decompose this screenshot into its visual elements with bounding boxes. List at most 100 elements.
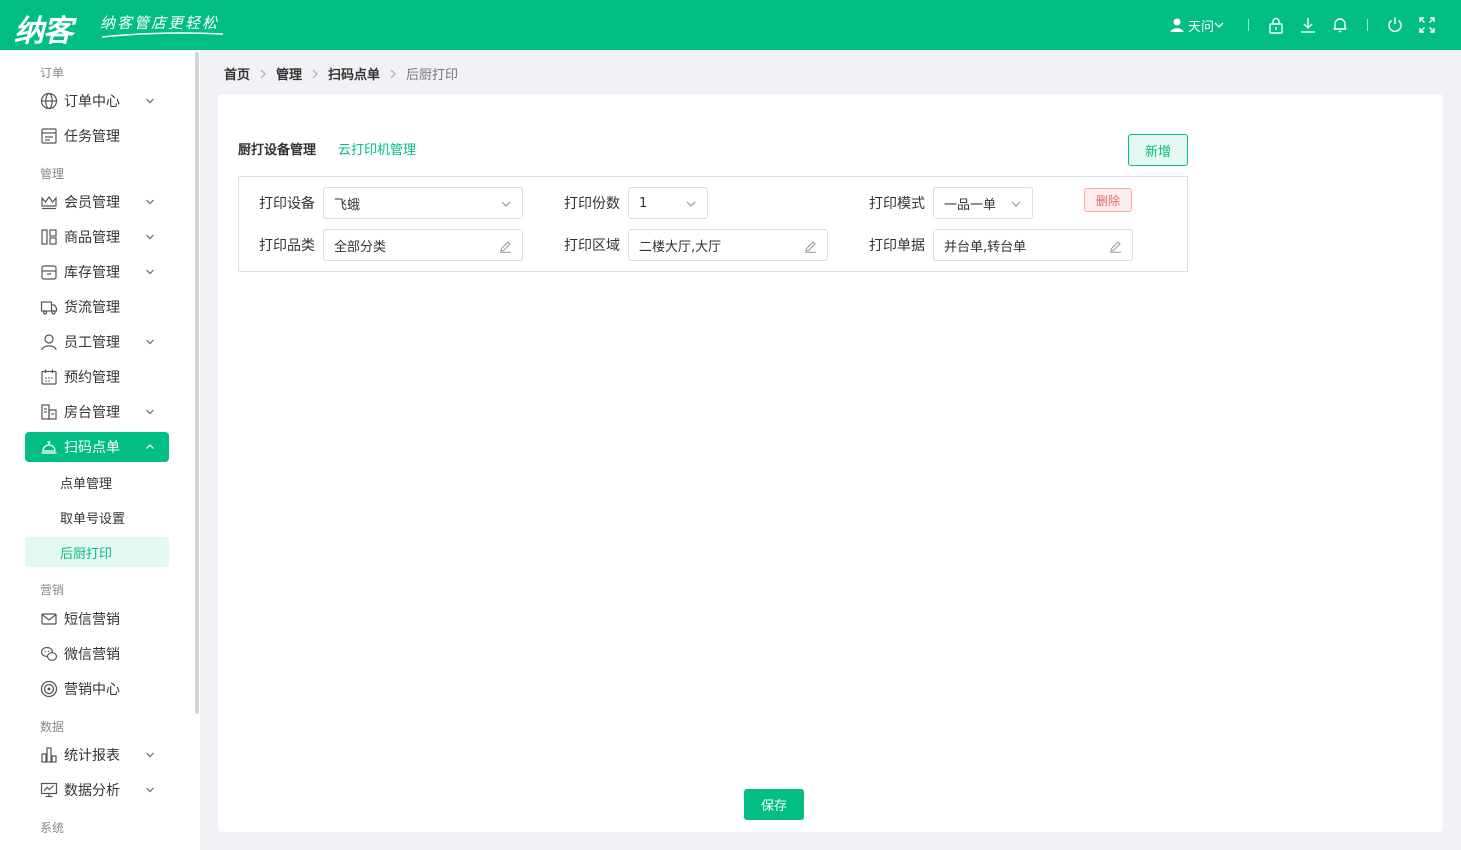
chevron-up-icon <box>146 444 154 449</box>
sidebar-item-label: 预约管理 <box>64 370 120 386</box>
sidebar-item-order-center[interactable]: 订单中心 <box>25 86 169 116</box>
group-title-manage: 管理 <box>40 167 65 181</box>
product-icon <box>39 227 59 247</box>
sidebar-subitem-pickup-number[interactable]: 取单号设置 <box>25 502 169 532</box>
area-label: 打印区域 <box>564 238 620 254</box>
breadcrumb-current: 后厨打印 <box>406 68 459 83</box>
sidebar-item-label: 员工管理 <box>64 335 120 351</box>
chevron-right-icon <box>389 69 397 79</box>
sidebar-item-scan-order[interactable]: 扫码点单 <box>25 432 169 462</box>
chevron-down-icon <box>1011 201 1021 207</box>
sidebar-item-label: 数据分析 <box>64 783 120 799</box>
group-title-order: 订单 <box>40 66 65 80</box>
area-field[interactable]: 二楼大厅,大厅 <box>628 229 828 261</box>
tab-cloud-printers[interactable]: 云打印机管理 <box>338 139 416 158</box>
service-bell-icon <box>39 437 59 457</box>
logo-swoosh-icon <box>101 32 224 38</box>
box-icon <box>39 262 59 282</box>
notification-button[interactable] <box>1324 9 1356 41</box>
breadcrumb-home[interactable]: 首页 <box>224 64 250 83</box>
crown-icon <box>39 192 59 212</box>
sidebar-item-booking-manage[interactable]: 预约管理 <box>25 362 169 392</box>
device-label: 打印设备 <box>259 196 315 212</box>
copies-value: 1 <box>639 195 648 211</box>
bar-chart-icon <box>39 745 59 765</box>
truck-icon <box>39 297 59 317</box>
building-icon <box>39 402 59 422</box>
receipt-value: 并台单,转台单 <box>944 239 1027 255</box>
sidebar-subitem-kitchen-print[interactable]: 后厨打印 <box>25 537 169 567</box>
breadcrumb: 首页 管理 扫码点单 后厨打印 <box>224 64 458 83</box>
sidebar-item-label: 短信营销 <box>64 612 120 628</box>
add-button[interactable]: 新增 <box>1128 134 1188 166</box>
sidebar-item-sms-marketing[interactable]: 短信营销 <box>25 604 169 634</box>
logout-button[interactable] <box>1379 9 1411 41</box>
person-icon <box>39 332 59 352</box>
sidebar-item-wechat-marketing[interactable]: 微信营销 <box>25 639 169 669</box>
download-button[interactable] <box>1292 9 1324 41</box>
sidebar: 订单 订单中心 任务管理 管理 会员管理 商品管理 库存管理 货流管理 员工管理… <box>0 50 200 850</box>
sidebar-item-label: 任务管理 <box>64 129 120 145</box>
chevron-down-icon <box>146 98 154 104</box>
chevron-down-icon <box>146 234 154 240</box>
sidebar-item-room-manage[interactable]: 房台管理 <box>25 397 169 427</box>
category-value: 全部分类 <box>334 239 387 255</box>
chevron-down-icon <box>146 199 154 205</box>
sidebar-item-member-manage[interactable]: 会员管理 <box>25 187 169 217</box>
target-icon <box>39 679 59 699</box>
sidebar-item-marketing-center[interactable]: 营销中心 <box>25 674 169 704</box>
sidebar-item-label: 会员管理 <box>64 195 120 211</box>
category-label: 打印品类 <box>259 238 315 254</box>
edit-icon <box>1110 241 1121 253</box>
sidebar-item-logistics-manage[interactable]: 货流管理 <box>25 292 169 322</box>
sidebar-scrollbar[interactable] <box>195 52 199 714</box>
lock-button[interactable] <box>1260 9 1292 41</box>
calendar-icon <box>39 367 59 387</box>
mode-label: 打印模式 <box>869 196 925 212</box>
chevron-down-icon <box>146 269 154 275</box>
chevron-down-icon <box>146 409 154 415</box>
receipt-field[interactable]: 并台单,转台单 <box>933 229 1133 261</box>
brand-logo: 纳客 <box>14 14 73 49</box>
sidebar-subitem-order-manage[interactable]: 点单管理 <box>25 467 169 497</box>
mode-select[interactable]: 一品一单 <box>933 187 1033 219</box>
sidebar-item-stock-manage[interactable]: 库存管理 <box>25 257 169 287</box>
header-divider <box>1248 19 1249 31</box>
chevron-down-icon <box>501 201 511 207</box>
tab-bar: 厨打设备管理 云打印机管理 <box>238 139 416 158</box>
sidebar-item-task-manage[interactable]: 任务管理 <box>25 121 169 151</box>
sidebar-item-label: 扫码点单 <box>64 440 120 456</box>
sidebar-item-label: 商品管理 <box>64 230 120 246</box>
delete-button[interactable]: 删除 <box>1084 188 1132 212</box>
download-icon <box>1301 18 1315 33</box>
header-actions: 天问 <box>1169 0 1443 50</box>
category-field[interactable]: 全部分类 <box>323 229 523 261</box>
device-select[interactable]: 飞蛾 <box>323 187 523 219</box>
wechat-icon <box>39 644 59 664</box>
user-menu[interactable]: 天问 <box>1169 16 1227 35</box>
chevron-down-icon <box>686 201 696 207</box>
edit-icon <box>500 241 511 253</box>
breadcrumb-manage[interactable]: 管理 <box>276 64 302 83</box>
brand-tagline: 纳客管店更轻松 <box>100 14 220 32</box>
sidebar-item-data-analysis[interactable]: 数据分析 <box>25 775 169 805</box>
sidebar-item-stats-report[interactable]: 统计报表 <box>25 740 169 770</box>
mode-value: 一品一单 <box>944 197 997 213</box>
lock-icon <box>1269 17 1283 34</box>
sidebar-item-label: 房台管理 <box>64 405 120 421</box>
fullscreen-button[interactable] <box>1411 9 1443 41</box>
receipt-label: 打印单据 <box>869 238 925 254</box>
sidebar-item-label: 微信营销 <box>64 647 120 663</box>
mail-icon <box>39 609 59 629</box>
sidebar-item-label: 库存管理 <box>64 265 120 281</box>
breadcrumb-scan-order[interactable]: 扫码点单 <box>328 64 380 83</box>
group-title-data: 数据 <box>40 720 65 734</box>
copies-select[interactable]: 1 <box>628 187 708 219</box>
chevron-right-icon <box>311 69 319 79</box>
sidebar-item-staff-manage[interactable]: 员工管理 <box>25 327 169 357</box>
chevron-down-icon <box>146 787 154 793</box>
bell-icon <box>1333 18 1347 33</box>
save-button[interactable]: 保存 <box>744 789 804 820</box>
sidebar-item-product-manage[interactable]: 商品管理 <box>25 222 169 252</box>
tab-kitchen-devices[interactable]: 厨打设备管理 <box>238 139 316 158</box>
